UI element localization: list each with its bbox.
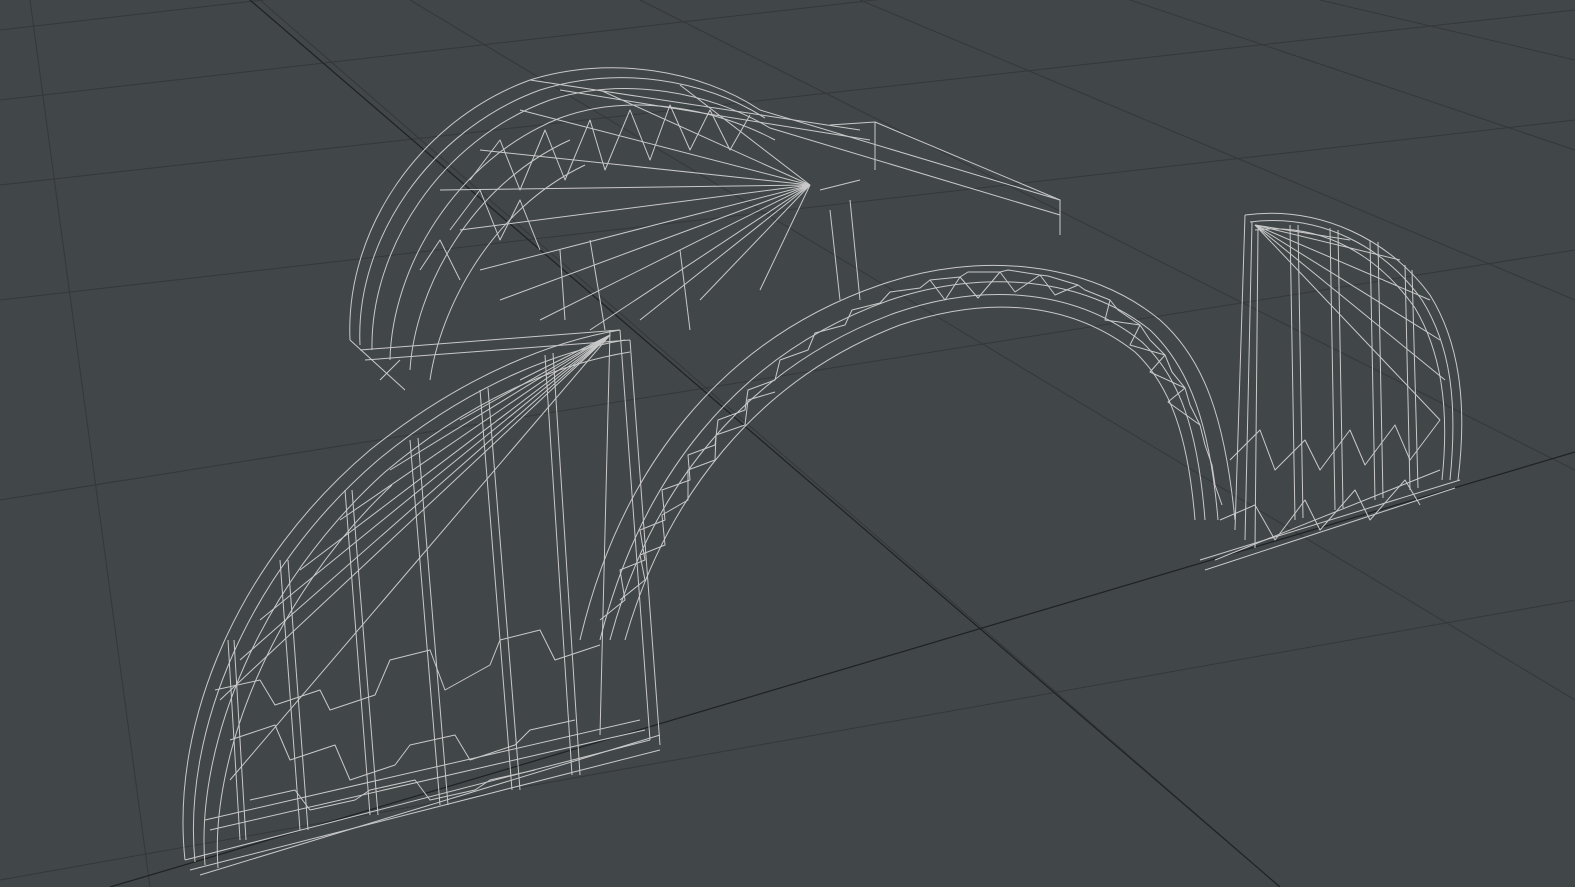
3d-viewport[interactable] [0, 0, 1575, 887]
viewport-canvas[interactable] [0, 0, 1575, 887]
